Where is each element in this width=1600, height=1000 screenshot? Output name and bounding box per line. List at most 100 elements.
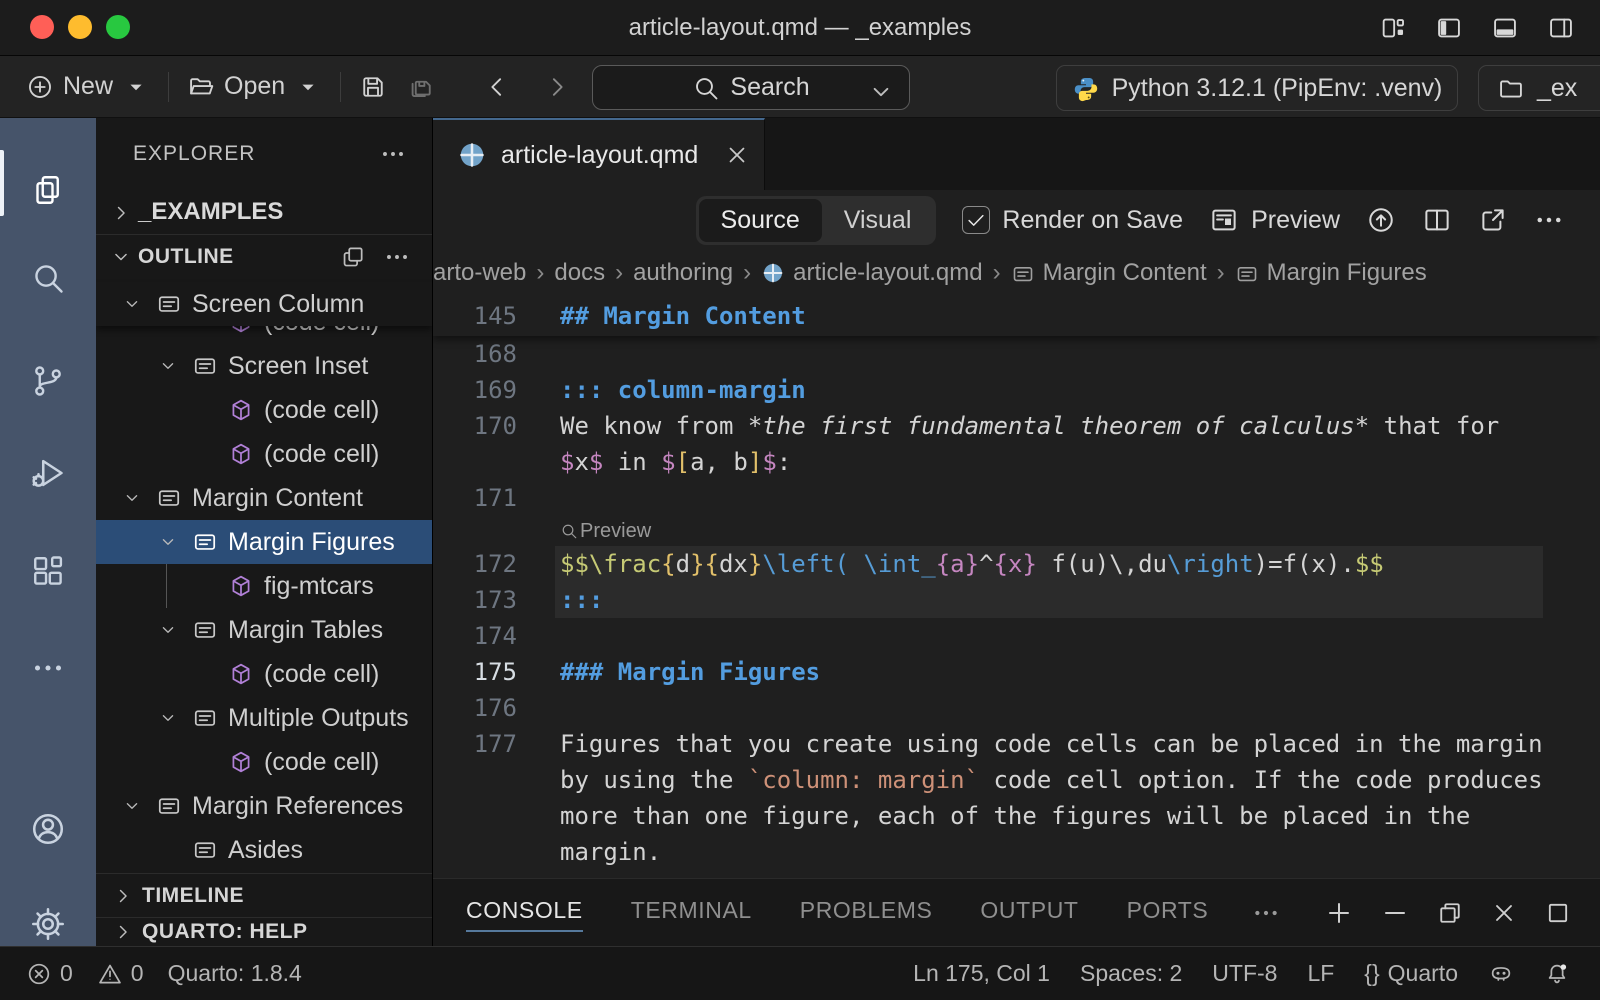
source-control-icon[interactable] <box>0 349 96 413</box>
code-line-172[interactable]: 172$$\frac{d}{dx}\left( \int_{a}^{x} f(u… <box>433 546 1600 582</box>
chevron-down-icon[interactable] <box>122 488 156 508</box>
panel-tab-problems[interactable]: PROBLEMS <box>800 891 933 934</box>
interpreter-selector-button[interactable]: Python 3.12.1 (PipEnv: .venv) <box>1056 65 1458 111</box>
outline-item--code-cell-[interactable]: (code cell) <box>96 652 432 696</box>
open-external-icon[interactable] <box>1478 205 1508 235</box>
chevron-down-icon[interactable] <box>158 620 192 640</box>
editor-more-actions-icon[interactable] <box>1534 205 1564 235</box>
search-view-icon[interactable] <box>0 246 96 310</box>
outline-item--code-cell-[interactable]: (code cell) <box>96 388 432 432</box>
new-console-icon[interactable] <box>1324 898 1354 928</box>
more-views-icon[interactable] <box>0 636 96 700</box>
status-item-ln-175-col-1[interactable]: Ln 175, Col 1 <box>913 960 1050 987</box>
outline-item--code-cell-[interactable]: (code cell) <box>96 432 432 476</box>
code-line-wrap[interactable]: by using the `column: margin` code cell … <box>433 762 1600 798</box>
quarto-help-header[interactable]: QUARTO: HELP <box>96 917 432 946</box>
outline-item--code-cell-[interactable]: (code cell) <box>96 740 432 784</box>
restore-panel-icon[interactable] <box>1436 899 1464 927</box>
breadcrumb-item[interactable]: authoring <box>633 259 733 287</box>
open-button[interactable]: Open <box>177 72 332 101</box>
search-input[interactable]: Search <box>592 65 910 110</box>
status-item-quarto-1-8-4[interactable]: Quarto: 1.8.4 <box>168 960 302 987</box>
code-line-173[interactable]: 173::: <box>433 582 1600 618</box>
code-line-wrap[interactable]: margin. <box>433 834 1600 870</box>
chevron-down-icon[interactable] <box>122 294 156 314</box>
status-item-quarto[interactable]: {}Quarto <box>1364 960 1458 987</box>
breadcrumb-item[interactable]: Margin Figures <box>1235 259 1427 287</box>
close-panel-icon[interactable] <box>1490 899 1518 927</box>
code-line-176[interactable]: 176 <box>433 690 1600 726</box>
outline-item-screen-inset[interactable]: Screen Inset <box>96 344 432 388</box>
code-line-177[interactable]: 177Figures that you create using code ce… <box>433 726 1600 762</box>
navigate-forward-button[interactable] <box>533 73 581 101</box>
close-tab-icon[interactable] <box>724 142 750 168</box>
code-line-175[interactable]: 175### Margin Figures <box>433 654 1600 690</box>
outline-item-margin-references[interactable]: Margin References <box>96 784 432 828</box>
outline-item-multiple-outputs[interactable]: Multiple Outputs <box>96 696 432 740</box>
preview-button[interactable]: Preview <box>1209 205 1340 235</box>
panel-more-tabs-icon[interactable] <box>1252 899 1280 927</box>
code-line-169[interactable]: 169::: column-margin <box>433 372 1600 408</box>
visual-mode-button[interactable]: Visual <box>822 199 934 242</box>
code-line-wrap[interactable]: more than one figure, each of the figure… <box>433 798 1600 834</box>
code-line-168[interactable]: 168 <box>433 336 1600 372</box>
status-item-lf[interactable]: LF <box>1307 960 1334 987</box>
outline-item-margin-content[interactable]: Margin Content <box>96 476 432 520</box>
status-item-bell[interactable] <box>1544 961 1570 987</box>
panel-tab-console[interactable]: CONSOLE <box>466 891 583 934</box>
outline-header[interactable]: OUTLINE <box>96 234 432 278</box>
search-dropdown-icon[interactable] <box>867 77 895 106</box>
run-debug-icon[interactable] <box>0 441 96 505</box>
code-editor[interactable]: 145## Margin Content 168169::: column-ma… <box>433 296 1600 878</box>
codelens-preview[interactable]: Preview <box>433 516 1600 546</box>
explorer-view-icon[interactable] <box>0 158 96 222</box>
toggle-left-panel-icon[interactable] <box>1432 11 1466 45</box>
outline-item--code-cell-[interactable]: (code cell) <box>96 326 432 344</box>
open-dropdown-icon[interactable] <box>294 72 322 101</box>
panel-tab-terminal[interactable]: TERMINAL <box>631 891 752 934</box>
render-publish-icon[interactable] <box>1366 205 1396 235</box>
status-item-0[interactable]: 0 <box>97 960 144 987</box>
breadcrumb-item[interactable]: article-layout.qmd <box>761 259 982 287</box>
save-all-button[interactable] <box>397 73 445 101</box>
collapse-all-icon[interactable] <box>340 244 366 270</box>
chevron-down-icon[interactable] <box>122 796 156 816</box>
status-item-0[interactable]: 0 <box>26 960 73 987</box>
breadcrumb-item[interactable]: docs <box>554 259 605 287</box>
panel-tab-ports[interactable]: PORTS <box>1127 891 1209 934</box>
codelens-label[interactable]: Preview <box>580 520 651 543</box>
outline-item-margin-tables[interactable]: Margin Tables <box>96 608 432 652</box>
code-line-171[interactable]: 171 <box>433 480 1600 516</box>
chevron-down-icon[interactable] <box>158 708 192 728</box>
sticky-scroll-line[interactable]: 145## Margin Content <box>433 296 1600 336</box>
maximize-panel-icon[interactable] <box>1544 899 1572 927</box>
minimize-panel-icon[interactable] <box>1380 898 1410 928</box>
workspace-folder-item[interactable]: _EXAMPLES <box>96 190 432 234</box>
panel-tab-output[interactable]: OUTPUT <box>980 891 1078 934</box>
outline-item-asides[interactable]: Asides <box>96 828 432 872</box>
render-on-save-checkbox[interactable] <box>962 206 990 234</box>
new-dropdown-icon[interactable] <box>122 72 150 101</box>
code-line-170[interactable]: 170We know from *the first fundamental t… <box>433 408 1600 444</box>
split-editor-icon[interactable] <box>1422 205 1452 235</box>
status-item-spaces-2[interactable]: Spaces: 2 <box>1080 960 1182 987</box>
outline-more-icon[interactable] <box>384 244 410 270</box>
outline-item-screen-column[interactable]: Screen Column <box>96 282 432 326</box>
save-button[interactable] <box>349 73 397 101</box>
customize-layout-icon[interactable] <box>1376 11 1410 45</box>
status-item-copilot[interactable] <box>1488 961 1514 987</box>
project-button[interactable]: _ex <box>1478 65 1600 111</box>
tab-article-layout[interactable]: article-layout.qmd <box>433 118 765 190</box>
code-line-174[interactable]: 174 <box>433 618 1600 654</box>
chevron-down-icon[interactable] <box>158 356 192 376</box>
timeline-header[interactable]: TIMELINE <box>96 873 432 917</box>
explorer-more-icon[interactable] <box>380 141 406 167</box>
navigate-back-button[interactable] <box>473 73 521 101</box>
breadcrumb-item[interactable]: arto-web <box>433 259 526 287</box>
outline-item-fig-mtcars[interactable]: fig-mtcars <box>96 564 432 608</box>
code-line-wrap[interactable]: $x$ in $[a, b]$: <box>433 444 1600 480</box>
chevron-down-icon[interactable] <box>158 532 192 552</box>
outline-item-margin-figures[interactable]: Margin Figures <box>96 520 432 564</box>
new-button[interactable]: New <box>16 72 160 101</box>
account-icon[interactable] <box>0 797 96 861</box>
